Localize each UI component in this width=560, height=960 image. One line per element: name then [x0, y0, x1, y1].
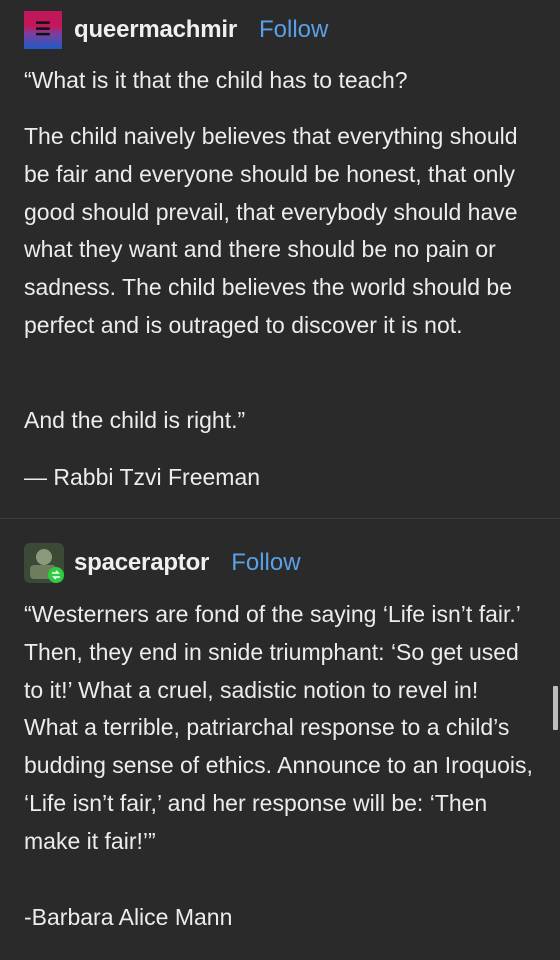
post-1-attribution: — Rabbi Tzvi Freeman	[24, 459, 540, 497]
quote-paragraph: The child naively believes that everythi…	[24, 123, 518, 338]
post-2-header: spaceraptor Follow	[24, 543, 301, 583]
quote-line-1: “What is it that the child has to teach?	[24, 67, 408, 93]
post-1-body: “What is it that the child has to teach?	[24, 62, 540, 100]
quote-paragraph: “Westerners are fond of the saying ‘Life…	[24, 601, 533, 854]
post-2-body: “Westerners are fond of the saying ‘Life…	[24, 596, 536, 861]
post-1-body-2: The child naively believes that everythi…	[24, 118, 540, 345]
follow-button[interactable]: Follow	[259, 16, 328, 44]
attribution: — Rabbi Tzvi Freeman	[24, 464, 261, 490]
quote-closing: And the child is right.”	[24, 407, 246, 433]
avatar[interactable]: ☰	[24, 11, 62, 49]
post-1-body-3: And the child is right.”	[24, 402, 540, 440]
avatar-image-icon	[24, 543, 64, 583]
post-1-header: ☰ queermachmir Follow	[24, 11, 328, 49]
username[interactable]: spaceraptor	[74, 549, 209, 577]
post-1: ☰ queermachmir Follow “What is it that t…	[0, 0, 560, 518]
username[interactable]: queermachmir	[74, 16, 237, 44]
avatar-glyph-icon: ☰	[34, 19, 52, 39]
post-2-attribution: -Barbara Alice Mann	[24, 899, 540, 937]
follow-button[interactable]: Follow	[231, 549, 300, 577]
scrollbar[interactable]	[553, 686, 558, 730]
attribution: -Barbara Alice Mann	[24, 904, 233, 930]
avatar[interactable]	[24, 543, 64, 583]
